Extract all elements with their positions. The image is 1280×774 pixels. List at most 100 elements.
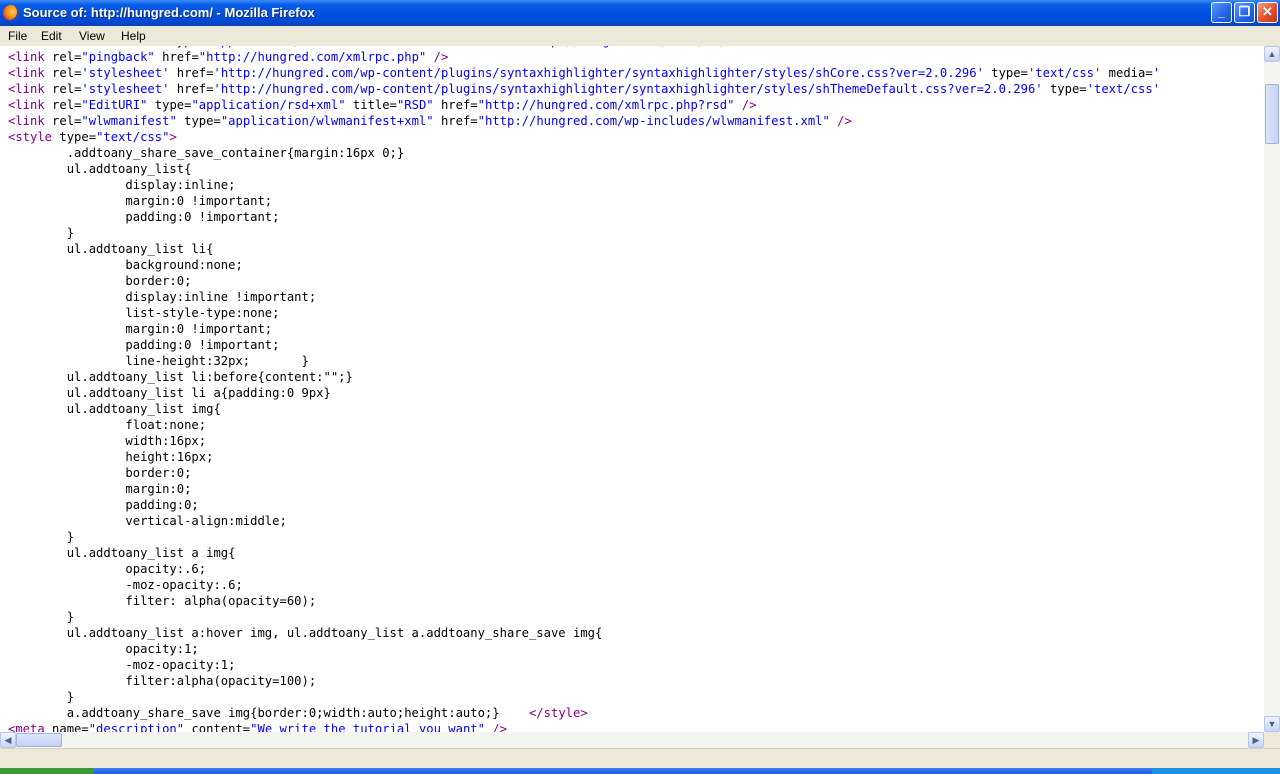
source-token: <link: [8, 66, 53, 80]
source-token: href=: [433, 98, 478, 112]
source-token: "application/rsd+xml": [191, 98, 346, 112]
source-line: <link rel='stylesheet' href='http://hung…: [8, 65, 1160, 81]
source-line: opacity:1;: [8, 641, 1160, 657]
source-token: float:none;: [8, 418, 207, 432]
source-line: opacity:.6;: [8, 561, 1160, 577]
source-token: "EditURI": [81, 98, 148, 112]
source-line: <link rel="EditURI" type="application/rs…: [8, 97, 1160, 113]
source-line: ul.addtoany_list{: [8, 161, 1160, 177]
source-token: ul.addtoany_list li a{padding:0 9px}: [8, 386, 331, 400]
source-token: />: [712, 46, 735, 48]
source-token: list-style-type:none;: [8, 306, 280, 320]
source-token: margin:0 !important;: [8, 194, 273, 208]
source-line: -moz-opacity:1;: [8, 657, 1160, 673]
source-token: ul.addtoany_list a:hover img, ul.addtoan…: [8, 626, 603, 640]
source-token: "pingback": [81, 50, 155, 64]
source-token: padding:0 !important;: [8, 210, 280, 224]
source-line: ul.addtoany_list li{: [8, 241, 1160, 257]
source-token: filter:alpha(opacity=100);: [8, 674, 317, 688]
source-token: <link: [8, 114, 53, 128]
scroll-right-button[interactable]: ▶: [1248, 732, 1264, 748]
horizontal-scroll-thumb[interactable]: [16, 733, 62, 747]
close-button[interactable]: ✕: [1257, 2, 1278, 23]
source-token: title=: [345, 98, 397, 112]
source-token: type=: [1042, 82, 1087, 96]
source-token: href=: [169, 66, 214, 80]
window-title: Source of: http://hungred.com/ - Mozilla…: [23, 5, 315, 20]
source-token: rel=: [52, 82, 82, 96]
source-token: "http://hungred.com/wp-includes/wlwmanif…: [477, 114, 830, 128]
source-token: href=: [154, 50, 199, 64]
arrow-right-icon: ▶: [1252, 735, 1260, 745]
menu-view[interactable]: View: [79, 29, 105, 43]
source-line: line-height:32px; }: [8, 353, 1160, 369]
source-line: margin:0 !important;: [8, 193, 1160, 209]
source-token: ul.addtoany_list{: [8, 162, 192, 176]
source-token: type=: [983, 66, 1028, 80]
source-token: display:inline !important;: [8, 290, 317, 304]
source-token: rel=: [52, 114, 82, 128]
source-token: width:16px;: [8, 434, 207, 448]
source-token: padding:0 !important;: [8, 338, 280, 352]
source-token: "alternate": [81, 46, 162, 48]
source-token: />: [829, 114, 852, 128]
source-line: width:16px;: [8, 433, 1160, 449]
system-tray: [1152, 768, 1280, 774]
source-token: >: [169, 130, 177, 144]
source-line: a.addtoany_share_save img{border:0;width…: [8, 705, 1160, 721]
source-line: vertical-align:middle;: [8, 513, 1160, 529]
vertical-scroll-thumb[interactable]: [1265, 84, 1279, 144]
source-line: background:none;: [8, 257, 1160, 273]
source-line: padding:0 !important;: [8, 209, 1160, 225]
source-token: "text/css": [96, 130, 170, 144]
maximize-button[interactable]: ❐: [1234, 2, 1255, 23]
arrow-left-icon: ◀: [4, 735, 12, 745]
source-token: opacity:.6;: [8, 562, 207, 576]
source-token: margin:0;: [8, 482, 192, 496]
scroll-down-button[interactable]: ▼: [1264, 716, 1280, 732]
source-line: ul.addtoany_list li:before{content:"";}: [8, 369, 1160, 385]
source-line: <link rel="pingback" href="http://hungre…: [8, 49, 1160, 65]
source-token: 'http://hungred.com/wp-content/plugins/s…: [213, 82, 1043, 96]
source-token: href=: [433, 114, 478, 128]
status-bar: [0, 748, 1280, 768]
source-token: }: [8, 530, 75, 544]
source-view[interactable]: <link rel="alternate" type="application/…: [0, 46, 1264, 732]
source-token: <link: [8, 98, 53, 112]
menu-file[interactable]: File: [8, 29, 27, 43]
source-token: type=: [147, 98, 192, 112]
source-token: 'stylesheet': [81, 82, 170, 96]
source-token: name=: [52, 722, 89, 732]
source-token: rel=: [52, 46, 81, 48]
source-token: href=: [478, 46, 522, 48]
source-token: <meta: [8, 722, 53, 732]
source-token: "RSS 2.0": [412, 46, 478, 48]
source-line: <style type="text/css">: [8, 129, 1160, 145]
source-line: }: [8, 529, 1160, 545]
menu-edit[interactable]: Edit: [41, 29, 62, 43]
source-token: />: [734, 98, 757, 112]
source-token: media=: [1101, 66, 1153, 80]
source-line: margin:0;: [8, 481, 1160, 497]
source-token: ul.addtoany_list img{: [8, 402, 221, 416]
minimize-button[interactable]: _: [1211, 2, 1232, 23]
source-line: ul.addtoany_list li a{padding:0 9px}: [8, 385, 1160, 401]
scroll-left-button[interactable]: ◀: [0, 732, 16, 748]
source-token: "RSD": [396, 98, 434, 112]
source-line: <link rel="wlwmanifest" type="applicatio…: [8, 113, 1160, 129]
vertical-scrollbar[interactable]: ▲ ▼: [1264, 46, 1280, 732]
menu-help[interactable]: Help: [121, 29, 146, 43]
source-token: type=: [162, 46, 206, 48]
source-line: <meta name="description" content="We wri…: [8, 721, 1160, 732]
horizontal-scrollbar[interactable]: ◀ ▶: [0, 732, 1264, 748]
start-button[interactable]: [0, 768, 94, 774]
source-token: a.addtoany_share_save img{border:0;width…: [8, 706, 529, 720]
arrow-down-icon: ▼: [1267, 719, 1277, 729]
source-token: </style>: [528, 706, 588, 720]
source-line: filter: alpha(opacity=60);: [8, 593, 1160, 609]
scroll-up-button[interactable]: ▲: [1264, 46, 1280, 62]
firefox-icon: [3, 5, 19, 21]
source-token: ': [1152, 66, 1161, 80]
source-token: 'text/css': [1086, 82, 1161, 96]
source-line: }: [8, 609, 1160, 625]
